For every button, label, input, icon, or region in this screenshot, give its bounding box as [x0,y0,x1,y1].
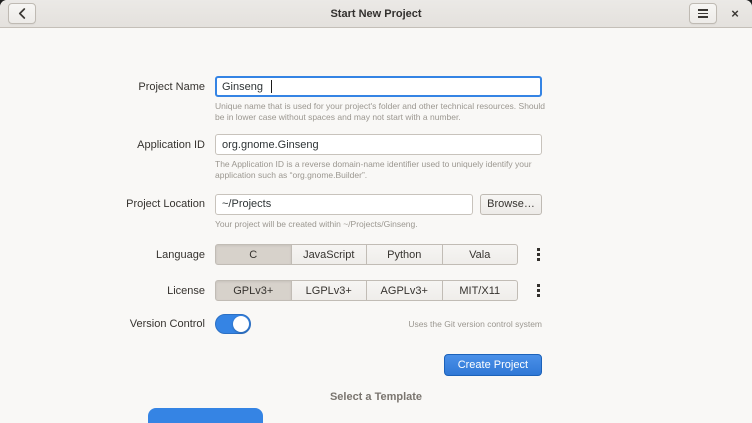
template-section-heading: Select a Template [0,391,752,403]
create-project-button[interactable]: Create Project [444,354,542,376]
window-close-icon: × [731,6,739,21]
language-option-c[interactable]: C [215,244,292,265]
language-more-menu-kebab-icon[interactable] [535,246,542,263]
version-control-row: Version Control Uses the Git version con… [0,314,752,334]
text-caret [271,80,272,93]
headerbar: Start New Project × [0,0,752,28]
create-project-row: Create Project [215,354,542,376]
hamburger-icon [698,9,708,18]
license-option-gplv3[interactable]: GPLv3+ [215,280,292,301]
version-control-note: Uses the Git version control system [408,319,542,329]
project-location-input[interactable] [215,194,473,215]
language-option-python[interactable]: Python [366,244,443,265]
project-name-input-wrap [215,76,542,97]
toggle-knob [233,316,249,332]
application-id-label: Application ID [0,139,205,151]
license-button-group: GPLv3+ LGPLv3+ AGPLv3+ MIT/X11 [215,280,518,301]
browse-button[interactable]: Browse… [480,194,542,215]
language-option-javascript[interactable]: JavaScript [291,244,368,265]
version-control-label: Version Control [0,318,205,330]
project-name-help-text: Unique name that is used for your projec… [215,101,547,122]
project-location-label: Project Location [0,198,205,210]
project-name-row: Project Name [0,76,752,97]
language-button-group: C JavaScript Python Vala [215,244,518,265]
language-label: Language [0,249,205,261]
license-option-mitx11[interactable]: MIT/X11 [442,280,519,301]
application-id-input[interactable] [215,134,542,155]
license-option-agplv3[interactable]: AGPLv3+ [366,280,443,301]
window-title: Start New Project [330,8,421,20]
license-row: License GPLv3+ LGPLv3+ AGPLv3+ MIT/X11 [0,280,752,301]
project-location-row: Project Location Browse… [0,194,752,215]
header-right-controls: × [689,3,744,24]
menu-button[interactable] [689,3,717,24]
chevron-left-icon [18,8,26,19]
language-option-vala[interactable]: Vala [442,244,519,265]
project-location-help-text: Your project will be created within ~/Pr… [215,219,547,230]
license-option-lgplv3[interactable]: LGPLv3+ [291,280,368,301]
new-project-form: Project Name Unique name that is used fo… [0,28,752,403]
project-name-label: Project Name [0,81,205,93]
application-id-row: Application ID [0,134,752,155]
license-more-menu-kebab-icon[interactable] [535,282,542,299]
version-control-toggle[interactable] [215,314,251,334]
close-button[interactable]: × [726,5,744,23]
language-row: Language C JavaScript Python Vala [0,244,752,265]
start-new-project-window: Start New Project × Project Name Unique … [0,0,752,423]
project-name-input[interactable] [215,76,542,97]
application-id-help-text: The Application ID is a reverse domain-n… [215,159,547,180]
license-label: License [0,285,205,297]
selected-template-card[interactable] [148,408,263,423]
back-button[interactable] [8,3,36,24]
